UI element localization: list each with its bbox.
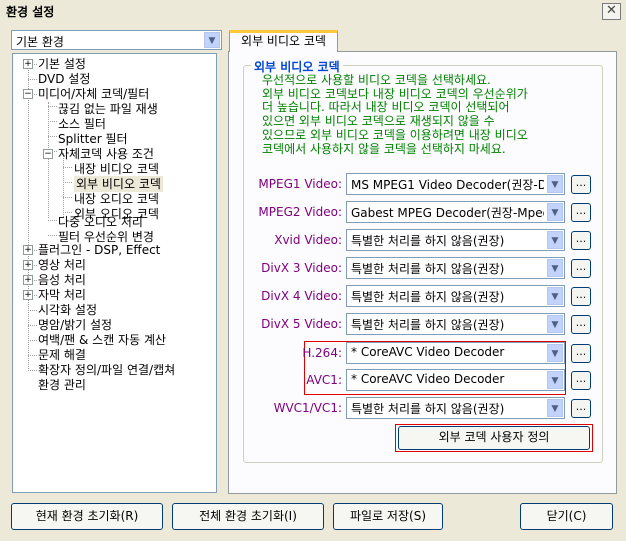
codec-select-mpeg1[interactable]: MS MPEG1 Video Decoder(권장-DirectX) ▼: [346, 173, 565, 195]
codec-label-divx4: DivX 4 Video:: [261, 289, 342, 303]
reset-current-button[interactable]: 현재 환경 초기화(R): [11, 503, 163, 530]
expand-icon[interactable]: +: [23, 245, 33, 255]
codec-label-avc1: AVC1:: [306, 373, 342, 387]
codec-select-value: 특별한 처리를 하지 않음(권장): [351, 318, 505, 332]
codec-label-divx5: DivX 5 Video:: [261, 317, 342, 331]
codec-select-mpeg2[interactable]: Gabest MPEG Decoder(권장-Mpeg2) ▼: [346, 201, 565, 223]
codec-select-h264[interactable]: * CoreAVC Video Decoder ▼: [346, 342, 565, 364]
expand-icon[interactable]: +: [23, 59, 33, 69]
codec-select-value: Gabest MPEG Decoder(권장-Mpeg2): [351, 206, 544, 220]
close-icon[interactable]: ✕: [602, 3, 621, 20]
codec-select-avc1[interactable]: * CoreAVC Video Decoder ▼: [346, 369, 565, 391]
chevron-down-icon[interactable]: ▼: [547, 175, 563, 193]
save-to-file-button[interactable]: 파일로 저장(S): [333, 503, 443, 530]
codec-label-mpeg1: MPEG1 Video:: [258, 177, 342, 191]
collapse-icon[interactable]: −: [23, 89, 33, 99]
custom-codec-button[interactable]: 외부 코덱 사용자 정의: [398, 426, 590, 450]
browse-button[interactable]: ...: [571, 175, 591, 194]
description-line: 외부 비디오 코덱보다 내장 비디오 코덱의 우선순위가: [262, 86, 528, 101]
chevron-down-icon[interactable]: ▼: [547, 399, 563, 417]
tree-item-multi-audio[interactable]: 다중 오디오 처리: [58, 214, 143, 230]
codec-label-h264: H.264:: [302, 346, 342, 360]
description-line: 코덱에서 사용하지 않을 코덱을 선택하지 마세요.: [262, 141, 506, 156]
chevron-down-icon[interactable]: ▼: [204, 32, 220, 48]
description: 우선적으로 사용할 비디오 코덱을 선택하세요. 외부 비디오 코덱보다 내장 …: [262, 73, 592, 156]
codec-select-wvc1[interactable]: 특별한 처리를 하지 않음(권장) ▼: [346, 397, 565, 419]
category-select-value: 기본 환경: [16, 35, 64, 49]
expand-icon[interactable]: +: [23, 290, 33, 300]
tree-item-seamless-playback[interactable]: 끊김 없는 파일 재생: [58, 101, 158, 117]
tree-item-brightness[interactable]: 명암/밝기 설정: [38, 317, 112, 333]
tree-item-source-filter[interactable]: 소스 필터: [58, 116, 106, 132]
codec-select-xvid[interactable]: 특별한 처리를 하지 않음(권장) ▼: [346, 229, 565, 251]
tree-item-basic-settings[interactable]: 기본 설정: [38, 56, 86, 72]
chevron-down-icon[interactable]: ▼: [547, 371, 563, 389]
tab-external-video-codec[interactable]: 외부 비디오 코덱: [229, 30, 338, 52]
codec-select-value: 특별한 처리를 하지 않음(권장): [351, 262, 505, 276]
description-line: 우선적으로 사용할 비디오 코덱을 선택하세요.: [262, 73, 491, 87]
settings-tree[interactable]: + 기본 설정 DVD 설정 − 미디어/자체 코덱/필터 끊김 없는 파일 재…: [12, 53, 217, 493]
chevron-down-icon[interactable]: ▼: [547, 231, 563, 249]
expand-icon[interactable]: +: [23, 275, 33, 285]
browse-button[interactable]: ...: [571, 344, 591, 363]
expand-icon[interactable]: +: [23, 260, 33, 270]
tree-item-subtitle-processing[interactable]: 자막 처리: [38, 287, 86, 303]
window-title: 환경 설정: [6, 5, 55, 19]
tree-item-troubleshoot[interactable]: 문제 해결: [38, 347, 86, 363]
codec-select-value: 특별한 처리를 하지 않음(권장): [351, 290, 505, 304]
description-line: 더 높습니다. 따라서 내장 비디오 코덱이 선택되어: [262, 100, 510, 115]
tree-item-codec-conditions[interactable]: 자체코덱 사용 조건: [58, 146, 154, 162]
codec-label-mpeg2: MPEG2 Video:: [258, 205, 342, 219]
tree-item-file-association[interactable]: 확장자 정의/파일 연결/캡쳐: [38, 362, 175, 378]
tree-item-dvd-settings[interactable]: DVD 설정: [38, 71, 90, 87]
codec-select-divx5[interactable]: 특별한 처리를 하지 않음(권장) ▼: [346, 313, 565, 335]
codec-select-value: * CoreAVC Video Decoder: [351, 372, 505, 386]
tree-item-builtin-audio-codec[interactable]: 내장 오디오 코덱: [74, 191, 159, 207]
tree-item-video-processing[interactable]: 영상 처리: [38, 257, 86, 273]
description-line: 있으므로 외부 비디오 코덱을 이용하려면 내장 비디오: [262, 127, 528, 142]
tree-item-media-codec-filter[interactable]: 미디어/자체 코덱/필터: [38, 86, 149, 102]
codec-select-value: * CoreAVC Video Decoder: [351, 345, 505, 359]
codec-label-wvc1: WVC1/VC1:: [273, 401, 342, 415]
tree-item-visualization[interactable]: 시각화 설정: [38, 302, 97, 318]
chevron-down-icon[interactable]: ▼: [547, 315, 563, 333]
codec-select-value: 특별한 처리를 하지 않음(권장): [351, 234, 505, 248]
chevron-down-icon[interactable]: ▼: [547, 259, 563, 277]
collapse-icon[interactable]: −: [43, 149, 53, 159]
tree-item-splitter-filter[interactable]: Splitter 필터: [58, 131, 128, 147]
browse-button[interactable]: ...: [571, 231, 591, 250]
tree-item-pan-scan[interactable]: 여백/팬 & 스캔 자동 계산: [38, 332, 166, 348]
codec-label-xvid: Xvid Video:: [274, 233, 342, 247]
category-select[interactable]: 기본 환경 ▼: [11, 30, 222, 50]
chevron-down-icon[interactable]: ▼: [547, 344, 563, 362]
codec-select-value: 특별한 처리를 하지 않음(권장): [351, 402, 505, 416]
reset-all-button[interactable]: 전체 환경 초기화(I): [172, 503, 324, 530]
browse-button[interactable]: ...: [571, 371, 591, 390]
browse-button[interactable]: ...: [571, 287, 591, 306]
codec-select-divx3[interactable]: 특별한 처리를 하지 않음(권장) ▼: [346, 257, 565, 279]
browse-button[interactable]: ...: [571, 259, 591, 278]
tree-item-plugin-dsp[interactable]: 플러그인 - DSP, Effect: [38, 242, 160, 258]
tree-item-env-management[interactable]: 환경 관리: [38, 377, 86, 393]
description-line: 있으면 외부 비디오 코덱으로 재생되지 않을 수: [262, 114, 495, 129]
chevron-down-icon[interactable]: ▼: [547, 203, 563, 221]
tree-item-builtin-video-codec[interactable]: 내장 비디오 코덱: [74, 161, 159, 177]
browse-button[interactable]: ...: [571, 399, 591, 418]
codec-label-divx3: DivX 3 Video:: [261, 261, 342, 275]
close-button[interactable]: 닫기(C): [520, 503, 613, 530]
title-bar: 환경 설정 ✕: [0, 0, 626, 22]
codec-select-value: MS MPEG1 Video Decoder(권장-DirectX): [351, 178, 544, 192]
codec-select-divx4[interactable]: 특별한 처리를 하지 않음(권장) ▼: [346, 285, 565, 307]
tree-item-audio-processing[interactable]: 음성 처리: [38, 272, 86, 288]
tree-item-external-video-codec[interactable]: 외부 비디오 코덱: [74, 176, 163, 192]
chevron-down-icon[interactable]: ▼: [547, 287, 563, 305]
browse-button[interactable]: ...: [571, 315, 591, 334]
browse-button[interactable]: ...: [571, 203, 591, 222]
